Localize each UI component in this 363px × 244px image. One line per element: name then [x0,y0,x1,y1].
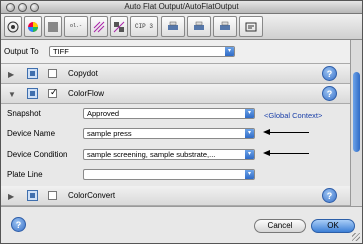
panel-copydot[interactable]: ▶ Copydot ? [1,64,350,84]
printer-icon[interactable] [161,16,185,37]
help-icon[interactable]: ? [322,86,337,101]
resize-grip-icon[interactable] [352,233,360,241]
disclosure-triangle-icon[interactable]: ▶ [8,192,14,201]
device-name-label: Device Name [7,129,56,138]
device-condition-select[interactable]: sample screening, sample substrate,... ▾ [83,149,255,160]
chevron-down-icon: ▾ [245,129,254,138]
output-row: Output To TIFF ▾ [1,40,350,64]
panel-icon [27,68,38,79]
chevron-down-icon: ▾ [245,170,254,179]
title-bar: Auto Flat Output/AutoFlatOutput [1,1,362,14]
window-title: Auto Flat Output/AutoFlatOutput [124,2,239,11]
checker-icon[interactable] [110,16,128,37]
printer3-icon[interactable] [213,16,237,37]
output-to-select[interactable]: TIFF ▾ [49,46,235,57]
cancel-button[interactable]: Cancel [254,219,306,233]
panel-name: Copydot [68,69,98,78]
scroll-thumb[interactable] [353,72,360,152]
diagonal-icon[interactable] [90,16,108,37]
plate-line-label: Plate Line [7,170,43,179]
colorflow-checkbox[interactable] [48,87,58,98]
dialog-window: Auto Flat Output/AutoFlatOutput ol.- CIP… [0,0,363,244]
panel-icon [27,190,38,201]
output-to-label: Output To [4,47,39,56]
chevron-down-icon: ▾ [225,47,234,56]
panel-colorconvert[interactable]: ▶ ColorConvert ? [1,186,350,206]
ok-button[interactable]: OK [311,219,355,233]
panel-icon [27,88,38,99]
layout2-icon[interactable] [239,16,263,37]
button-bar: ? Cancel OK [1,206,362,243]
device-condition-label: Device Condition [7,150,68,159]
panel-name: ColorConvert [68,191,116,200]
snapshot-select[interactable]: Approved ▾ [83,108,255,119]
global-context-label: <Global Context> [264,111,323,120]
target-icon[interactable] [4,16,22,37]
disclosure-triangle-icon[interactable]: ▼ [8,90,16,99]
gray-square-icon[interactable] [44,16,62,37]
annotation-arrow-line [269,153,309,154]
toolbar: ol.- CIP 3 [1,14,362,40]
plate-line-select[interactable]: ▾ [83,169,255,180]
printer2-icon[interactable] [187,16,211,37]
cip3-icon[interactable]: CIP 3 [130,16,158,37]
help-icon[interactable]: ? [322,66,337,81]
snapshot-label: Snapshot [7,109,41,118]
copydot-checkbox[interactable] [48,69,57,78]
chevron-down-icon: ▾ [245,109,254,118]
colorconvert-checkbox[interactable] [48,191,57,200]
panel-colorflow[interactable]: ▼ ColorFlow ? [1,84,350,104]
help-icon[interactable]: ? [322,188,337,203]
chevron-down-icon: ▾ [245,150,254,159]
disclosure-triangle-icon[interactable]: ▶ [8,70,14,79]
color-wheel-icon[interactable] [24,16,42,37]
layout-icon[interactable]: ol.- [64,16,88,37]
panel-name: ColorFlow [68,89,105,98]
annotation-arrow-line [269,132,309,133]
vertical-scrollbar[interactable] [350,40,362,206]
help-icon[interactable]: ? [11,217,26,232]
settings-panel: ▶ Copydot ? ▼ ColorFlow ? Snapshot Appro… [1,64,350,206]
device-name-select[interactable]: sample press ▾ [83,128,255,139]
